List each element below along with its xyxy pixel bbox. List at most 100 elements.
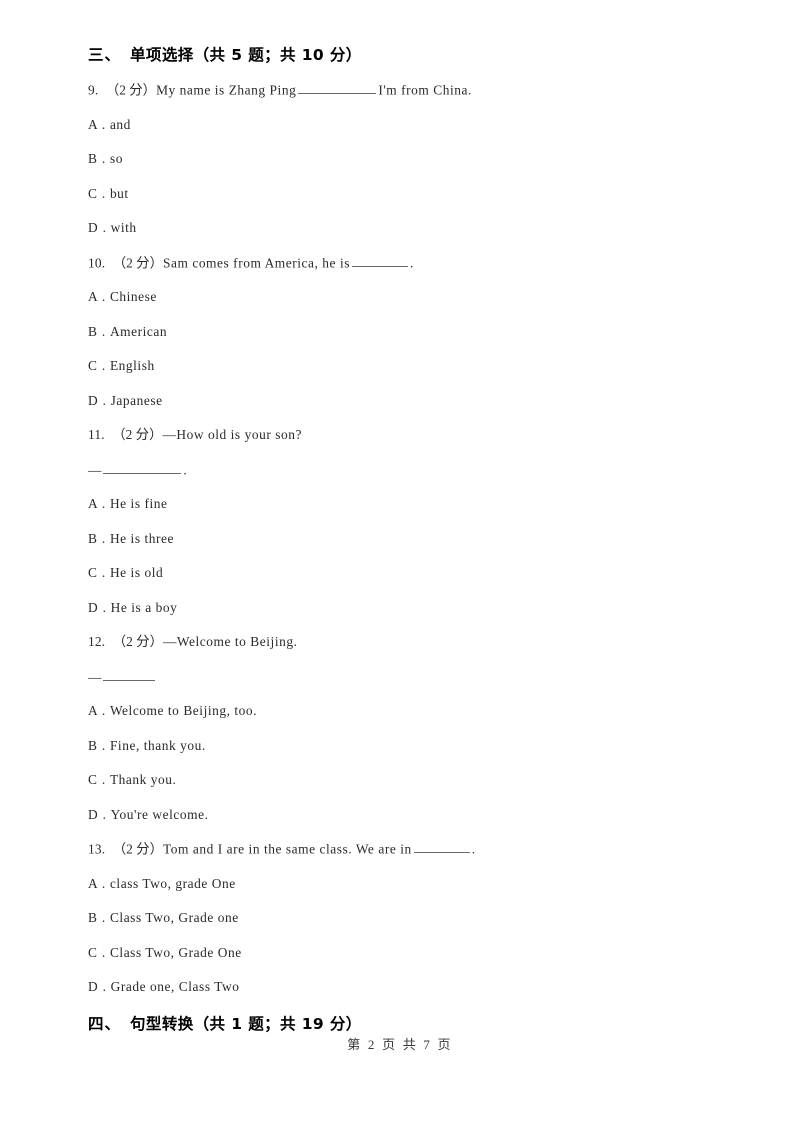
option-letter: D . [88, 806, 107, 822]
option-letter: B . [88, 323, 107, 339]
option-letter: B . [88, 151, 107, 166]
option-c[interactable]: C . Thank you. [88, 771, 176, 789]
option-b[interactable]: B . American [88, 323, 167, 341]
option-d[interactable]: D . You're welcome. [88, 806, 208, 824]
question-stem-row: 13. （2 分）Tom and I are in the same class… [88, 840, 713, 875]
option-row: C . Class Two, Grade One [88, 944, 713, 979]
option-text: American [109, 323, 168, 339]
dialogue-dash: — [88, 461, 102, 477]
option-text: and [109, 116, 131, 132]
option-a[interactable]: A . class Two, grade One [88, 875, 236, 893]
option-text: Grade one, Class Two [110, 979, 240, 994]
option-letter: A . [88, 875, 107, 891]
option-text: He is old [109, 565, 164, 580]
question-answer-line: —. [88, 461, 187, 479]
question-stem: 13. （2 分）Tom and I are in the same class… [88, 840, 476, 858]
option-row: B . so [88, 150, 713, 185]
option-b[interactable]: B . Fine, thank you. [88, 737, 206, 755]
option-letter: C . [88, 944, 107, 960]
option-text: with [110, 220, 137, 235]
option-letter: D . [88, 220, 107, 235]
option-text: He is three [109, 530, 174, 546]
option-letter: C . [88, 358, 107, 373]
option-letter: C . [88, 772, 107, 787]
option-d[interactable]: D . with [88, 219, 137, 237]
option-letter: D . [88, 979, 107, 994]
option-letter: D . [88, 392, 107, 408]
section-heading-4: 四、 句型转换（共 1 题；共 19 分） [88, 1013, 362, 1035]
section-title: 单项选择 [130, 46, 194, 64]
question-marks: （2 分） [112, 254, 163, 270]
option-b[interactable]: B . He is three [88, 530, 174, 548]
option-d[interactable]: D . He is a boy [88, 599, 177, 617]
option-row: A . and [88, 116, 713, 151]
option-row: C . Thank you. [88, 771, 713, 806]
question-text-tail: . [409, 254, 414, 270]
question-stem: 9. （2 分）My name is Zhang Ping I'm from Ch… [88, 81, 472, 99]
option-a[interactable]: A . and [88, 116, 131, 134]
answer-blank[interactable] [413, 840, 470, 854]
option-a[interactable]: A . Chinese [88, 288, 157, 306]
question-number: 13. [88, 841, 106, 857]
page-content: 三、 单项选择（共 5 题；共 10 分） 9. （2 分）My name is … [88, 44, 713, 1050]
question-text: Sam comes from America, he is [162, 254, 350, 270]
option-text: Welcome to Beijing, too. [109, 703, 258, 718]
option-text: so [109, 151, 123, 166]
question-stem: 12. （2 分）—Welcome to Beijing. [88, 633, 297, 651]
option-text: Class Two, Grade One [109, 944, 242, 960]
question-number: 12. [88, 634, 106, 649]
option-c[interactable]: C . He is old [88, 564, 163, 582]
question-stem: 10. （2 分）Sam comes from America, he is. [88, 254, 414, 272]
answer-line-tail: . [183, 461, 188, 477]
option-letter: D . [88, 599, 107, 615]
option-d[interactable]: D . Grade one, Class Two [88, 978, 240, 996]
option-a[interactable]: A . He is fine [88, 495, 168, 513]
option-row: B . He is three [88, 530, 713, 565]
question-answer-line: — [88, 668, 157, 686]
option-letter: C . [88, 185, 107, 201]
section-heading-row: 三、 单项选择（共 5 题；共 10 分） [88, 44, 713, 81]
question-13: 13. （2 分）Tom and I are in the same class… [88, 840, 713, 1013]
option-c[interactable]: C . English [88, 357, 155, 375]
section-heading-3: 三、 单项选择（共 5 题；共 10 分） [88, 44, 362, 66]
question-text: My name is Zhang Ping [156, 82, 297, 98]
question-stem-row: 10. （2 分）Sam comes from America, he is. [88, 254, 713, 289]
section-meta: （共 5 题；共 10 分） [193, 46, 362, 64]
question-number: 10. [88, 254, 106, 270]
option-text: He is fine [109, 496, 168, 511]
question-12: 12. （2 分）—Welcome to Beijing. — A . Welc… [88, 633, 713, 840]
option-b[interactable]: B . Class Two, Grade one [88, 909, 239, 927]
option-c[interactable]: C . Class Two, Grade One [88, 944, 242, 962]
option-text: Thank you. [109, 772, 177, 787]
option-text: class Two, grade One [109, 875, 236, 891]
option-text: Japanese [110, 392, 163, 408]
option-row: B . American [88, 323, 713, 358]
dialogue-dash: — [88, 668, 102, 684]
option-text: You're welcome. [110, 806, 209, 822]
question-marks: （2 分） [112, 634, 163, 649]
option-letter: C . [88, 565, 107, 580]
question-stem: 11. （2 分）—How old is your son? [88, 426, 302, 444]
option-text: but [109, 185, 129, 201]
option-d[interactable]: D . Japanese [88, 392, 163, 410]
option-row: A . class Two, grade One [88, 875, 713, 910]
question-stem-row: 9. （2 分）My name is Zhang Ping I'm from Ch… [88, 81, 713, 116]
answer-blank[interactable] [103, 461, 182, 474]
option-a[interactable]: A . Welcome to Beijing, too. [88, 702, 257, 720]
option-text: Fine, thank you. [109, 737, 206, 753]
question-stem-row: 11. （2 分）—How old is your son? [88, 426, 713, 461]
answer-blank[interactable] [298, 81, 377, 95]
question-stem-row: 12. （2 分）—Welcome to Beijing. [88, 633, 713, 668]
page-footer: 第 2 页 共 7 页 [347, 1037, 453, 1052]
answer-blank[interactable] [351, 254, 408, 267]
option-row: D . You're welcome. [88, 806, 713, 841]
option-letter: A . [88, 703, 107, 718]
question-number: 9. [88, 82, 99, 98]
question-11: 11. （2 分）—How old is your son? —. A . He… [88, 426, 713, 633]
option-c[interactable]: C . but [88, 185, 129, 203]
question-text-tail: . [471, 841, 476, 857]
exam-page: 三、 单项选择（共 5 题；共 10 分） 9. （2 分）My name is … [0, 0, 800, 1132]
question-text: —How old is your son? [162, 427, 302, 442]
option-b[interactable]: B . so [88, 150, 123, 168]
answer-blank[interactable] [103, 668, 156, 681]
